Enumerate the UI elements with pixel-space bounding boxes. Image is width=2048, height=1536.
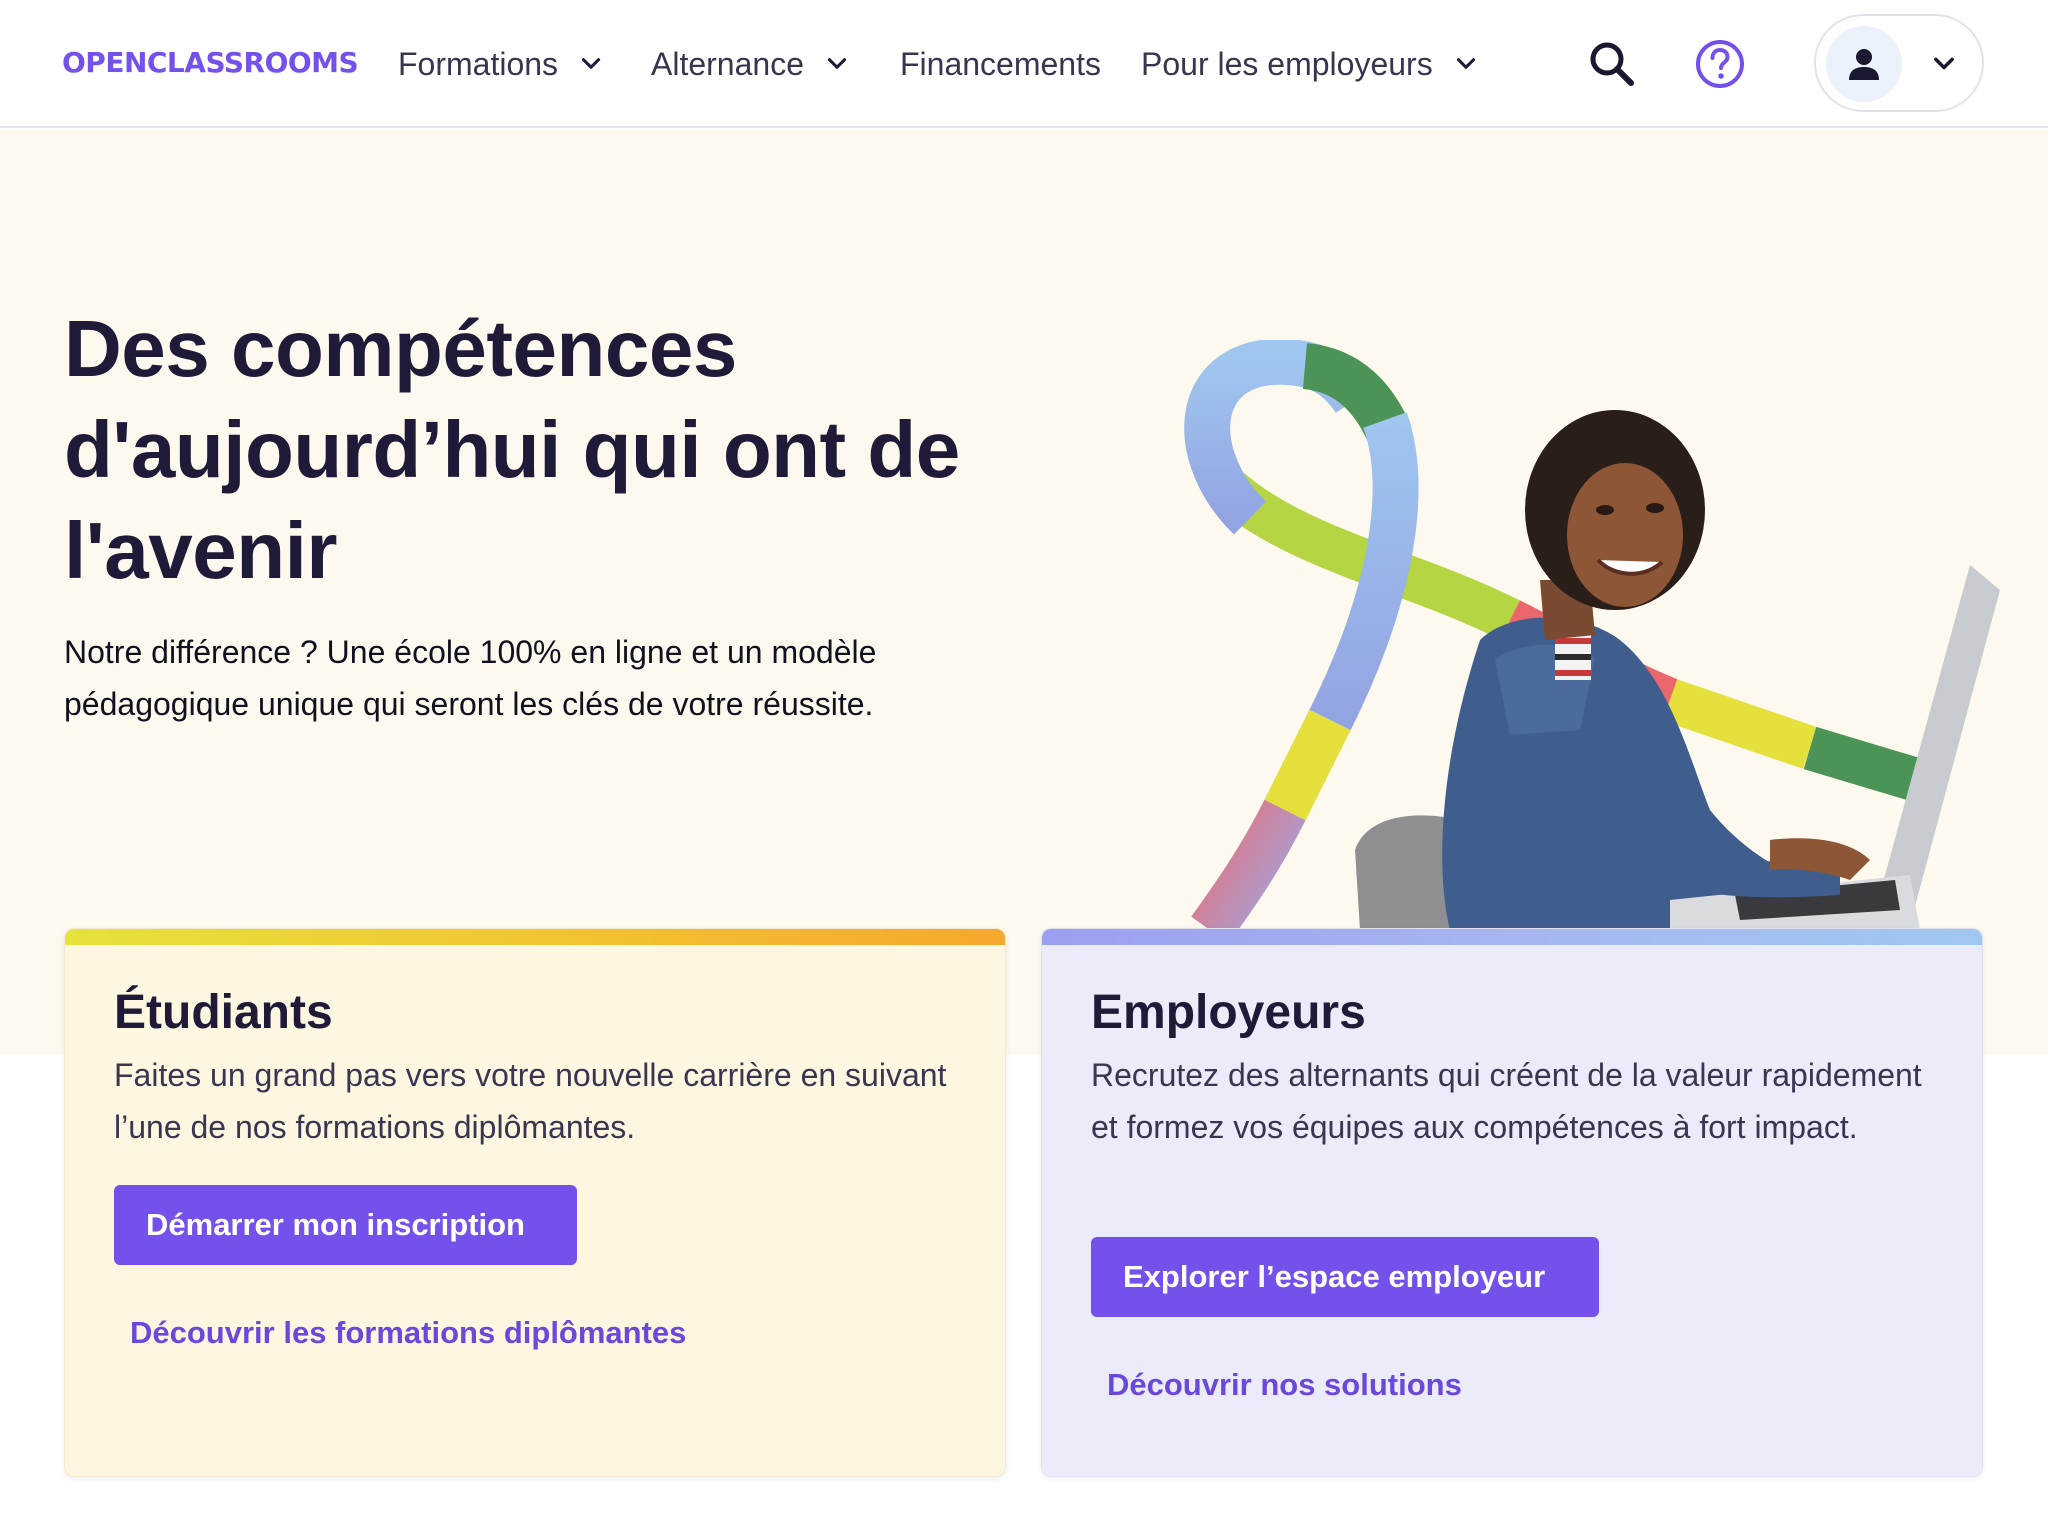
account-menu[interactable] [1814,14,1984,112]
nav-pour-les-employeurs[interactable]: Pour les employeurs [1141,40,1479,88]
avatar [1826,26,1902,102]
site-header: OPENCLASSROOMS Formations Alternance Fin… [0,0,2048,128]
students-card: Étudiants Faites un grand pas vers votre… [64,928,1006,1477]
nav-alternance-label: Alternance [651,45,804,82]
nav-formations[interactable]: Formations [398,40,604,88]
start-registration-button[interactable]: Démarrer mon inscription [114,1185,577,1265]
students-card-accent-bar [65,929,1005,945]
nav-employeurs-label: Pour les employeurs [1141,45,1433,82]
employers-card-text: Recrutez des alternants qui créent de la… [1091,1057,1922,1145]
hero-illustration [1184,340,2000,930]
openclassrooms-logo[interactable]: OPENCLASSROOMS [62,46,359,79]
employers-card-accent-bar [1042,929,1982,945]
nav-formations-label: Formations [398,45,559,82]
explore-employer-space-button[interactable]: Explorer l’espace employeur [1091,1237,1599,1317]
help-circle-icon [1696,40,1744,88]
chevron-down-icon [581,58,601,69]
employers-card: Employeurs Recrutez des alternants qui c… [1041,928,1983,1477]
nav-financements-label: Financements [900,45,1101,82]
nav-financements[interactable]: Financements [900,40,1101,88]
hero-title: Des compétences d'aujourd’hui qui ont de… [64,304,960,595]
nav-alternance[interactable]: Alternance [651,40,850,88]
search-icon [1590,42,1634,86]
discover-degree-programs-link[interactable]: Découvrir les formations diplômantes [130,1315,686,1351]
chevron-down-icon [1934,57,1954,70]
discover-solutions-link[interactable]: Découvrir nos solutions [1107,1367,1462,1403]
search-button[interactable] [1584,36,1640,92]
chevron-down-icon [1456,58,1475,69]
students-card-text: Faites un grand pas vers votre nouvelle … [114,1057,947,1145]
help-button[interactable] [1692,36,1748,92]
employers-card-title: Employeurs [1091,986,1366,1039]
user-icon [1849,49,1879,80]
hero-subtitle: Notre différence ? Une école 100% en lig… [64,634,877,722]
students-card-title: Étudiants [114,986,333,1039]
chevron-down-icon [827,58,847,69]
